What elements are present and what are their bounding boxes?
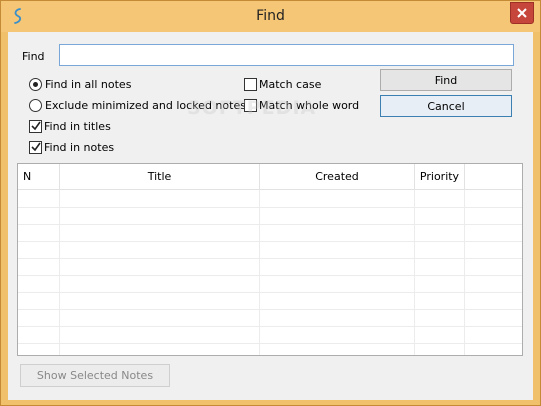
close-icon — [517, 8, 527, 18]
grid-header: N Title Created Priority — [18, 164, 522, 190]
checkmark-icon — [30, 142, 41, 152]
close-button[interactable] — [510, 2, 534, 24]
table-row[interactable] — [18, 327, 522, 344]
column-header-created[interactable]: Created — [260, 164, 415, 190]
match-case-checkbox[interactable]: Match case — [244, 76, 321, 92]
table-row[interactable] — [18, 191, 522, 208]
scope-all-label: Find in all notes — [45, 77, 132, 91]
find-label: Find — [22, 50, 45, 63]
checkmark-icon — [30, 121, 41, 131]
column-header-n[interactable]: N — [18, 164, 60, 190]
find-in-titles-label: Find in titles — [44, 119, 111, 133]
column-header-title[interactable]: Title — [60, 164, 260, 190]
match-whole-word-checkbox[interactable]: Match whole word — [244, 97, 359, 113]
radio-unselected[interactable] — [29, 98, 42, 112]
table-row[interactable] — [18, 276, 522, 293]
scope-exclude-label: Exclude minimized and locked notes — [45, 98, 246, 112]
match-whole-word-label: Match whole word — [259, 98, 360, 112]
column-header-priority[interactable]: Priority — [415, 164, 465, 190]
table-row[interactable] — [18, 208, 522, 225]
find-in-titles-checkbox[interactable]: Find in titles — [29, 118, 111, 134]
scope-exclude-radio[interactable]: Exclude minimized and locked notes — [29, 97, 246, 113]
table-row[interactable] — [18, 293, 522, 310]
table-row[interactable] — [18, 242, 522, 259]
show-selected-notes-button[interactable]: Show Selected Notes — [20, 364, 170, 387]
results-grid[interactable]: N Title Created Priority — [17, 163, 523, 356]
title-bar[interactable]: Find — [1, 1, 540, 32]
cancel-button[interactable]: Cancel — [380, 95, 512, 117]
window-title: Find — [256, 8, 285, 24]
table-row[interactable] — [18, 259, 522, 276]
find-in-notes-label: Find in notes — [44, 140, 115, 154]
checkbox-unchecked[interactable] — [244, 98, 257, 112]
scope-all-radio[interactable]: Find in all notes — [29, 76, 131, 92]
find-in-notes-checkbox[interactable]: Find in notes — [29, 139, 114, 155]
radio-selected[interactable] — [29, 77, 42, 91]
match-case-label: Match case — [259, 77, 322, 91]
checkbox-unchecked[interactable] — [244, 77, 257, 91]
checkbox-checked[interactable] — [29, 140, 42, 154]
checkbox-checked[interactable] — [29, 119, 42, 133]
table-row[interactable] — [18, 310, 522, 327]
table-row[interactable] — [18, 225, 522, 242]
find-button[interactable]: Find — [380, 69, 512, 91]
find-input[interactable] — [59, 44, 514, 66]
